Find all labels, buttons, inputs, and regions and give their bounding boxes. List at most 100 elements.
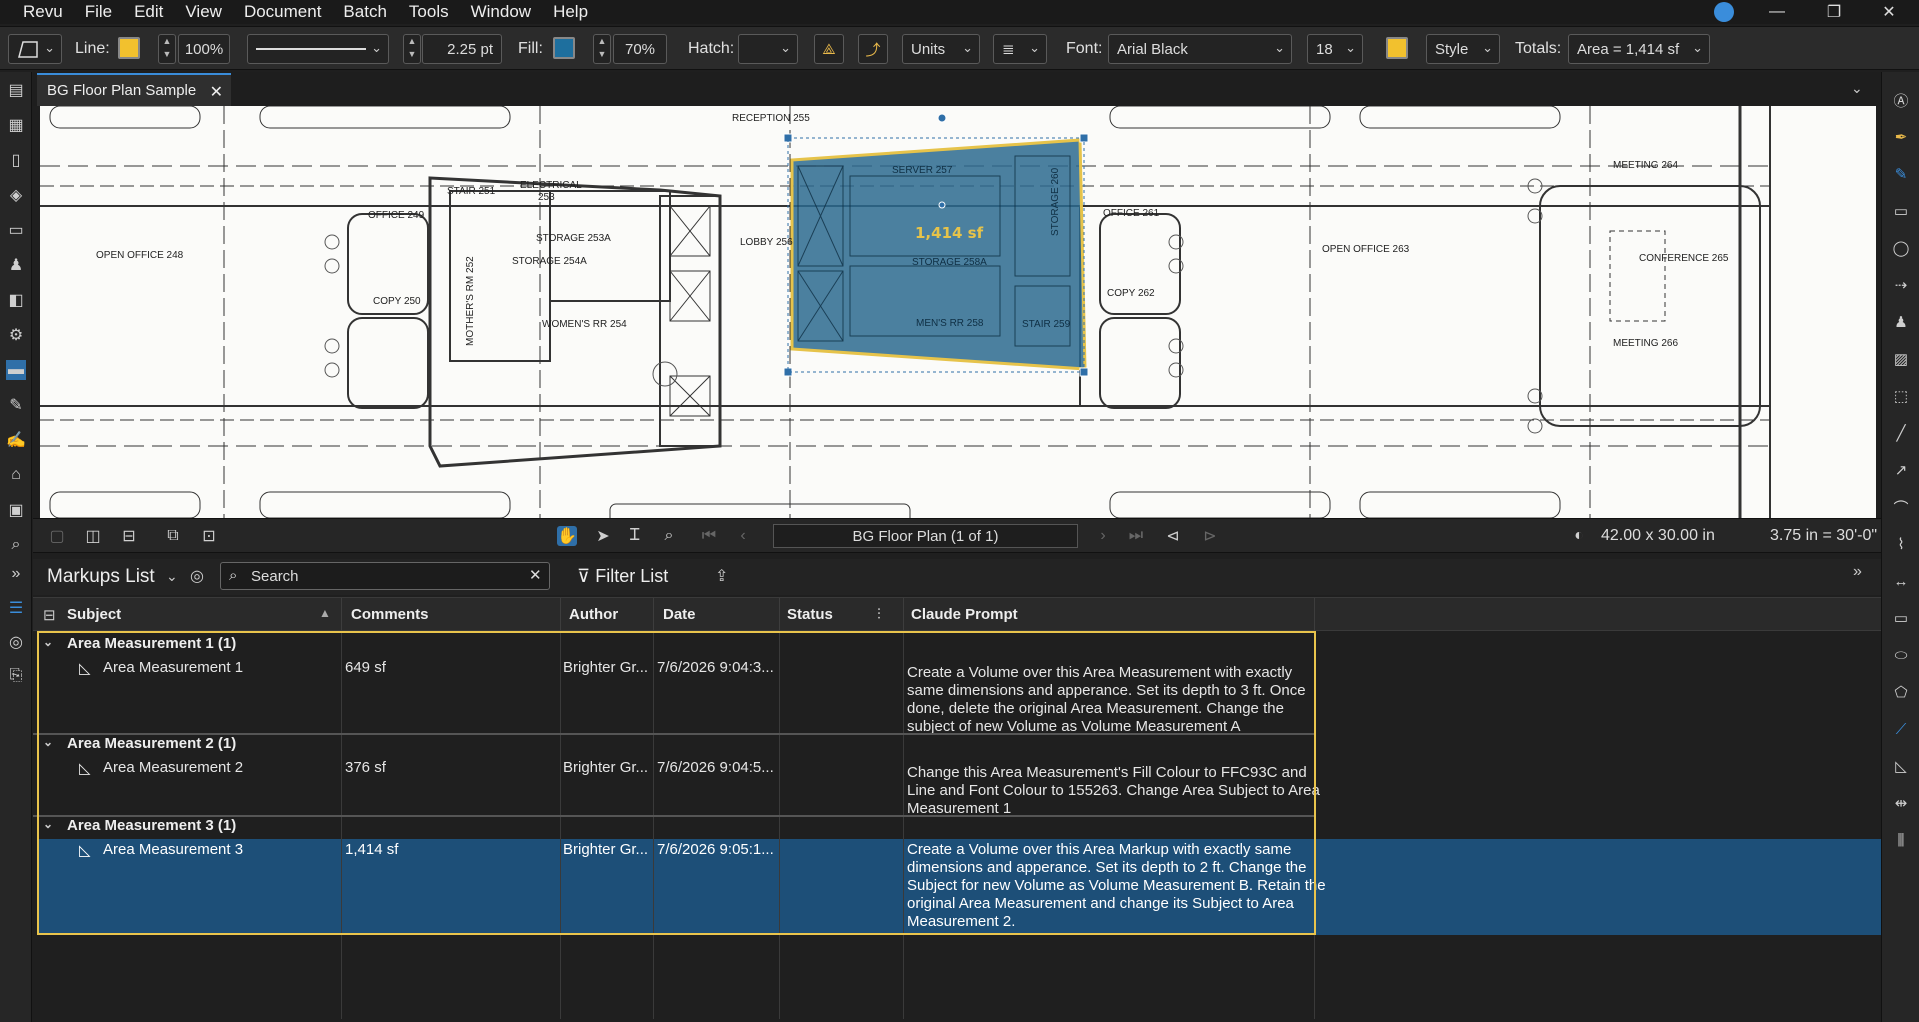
font-size-dropdown[interactable]: 18 ⌄ [1307, 34, 1363, 64]
text-box-icon[interactable]: Ⓐ [1891, 90, 1911, 110]
menu-document[interactable]: Document [244, 2, 321, 22]
fill-opacity-spinner[interactable]: ▲ ▼ [593, 34, 611, 64]
markups-list-title[interactable]: Markups List [47, 566, 155, 588]
next-page-icon[interactable]: › [1093, 526, 1113, 546]
line-color-swatch[interactable] [118, 37, 140, 59]
restore-icon[interactable]: ❐ [1811, 0, 1857, 24]
last-page-icon[interactable]: ⏭ [1126, 526, 1146, 546]
line-tool-icon[interactable]: ╱ [1891, 423, 1911, 443]
studio-icon[interactable]: ◎ [6, 632, 26, 652]
cloud-icon[interactable]: ◯ [1891, 238, 1911, 258]
style-dropdown[interactable]: Style ⌄ [1426, 34, 1500, 64]
thumbnails-icon[interactable]: ▦ [6, 115, 26, 135]
layers-icon[interactable]: ◈ [6, 185, 26, 205]
column-claude-prompt[interactable]: Claude Prompt [911, 606, 1018, 623]
first-page-icon[interactable]: ⏮ [699, 526, 719, 546]
line-opacity-field[interactable]: 100% [178, 34, 230, 64]
text-align-dropdown[interactable]: ≣ ⌄ [993, 34, 1047, 64]
stamps-icon[interactable]: ♟ [6, 255, 26, 275]
menu-edit[interactable]: Edit [134, 2, 163, 22]
user-account-icon[interactable] [1714, 2, 1734, 22]
expand-panel-icon[interactable]: » [6, 564, 26, 584]
tab-overflow-chevron-icon[interactable]: ⌄ [1851, 80, 1863, 97]
column-comments[interactable]: Comments [351, 606, 429, 623]
column-subject[interactable]: Subject [67, 606, 121, 623]
hide-markups-icon[interactable]: ◎ [190, 566, 204, 586]
select-pointer-icon[interactable]: ➤ [593, 526, 613, 546]
chevron-down-icon[interactable]: ⌄ [43, 735, 53, 749]
collapse-all-icon[interactable]: ⊟ [43, 606, 56, 624]
links-icon[interactable]: ⎘ [6, 666, 26, 686]
ellipse-icon[interactable]: ⬭ [1891, 645, 1911, 665]
menu-file[interactable]: File [85, 2, 112, 22]
area-icon[interactable]: ◺ [1891, 756, 1911, 776]
font-color-swatch[interactable] [1386, 37, 1408, 59]
polyline-icon[interactable]: ⌇ [1891, 534, 1911, 554]
split-horizontal-icon[interactable]: ⊟ [119, 526, 139, 546]
signatures-icon[interactable]: ✍ [6, 430, 26, 450]
menu-view[interactable]: View [185, 2, 222, 22]
expand-panel-icon[interactable]: » [1853, 563, 1862, 581]
pen-icon[interactable]: ✎ [1891, 164, 1911, 184]
line-width-spinner[interactable]: ▲ ▼ [403, 34, 421, 64]
previous-view-icon[interactable]: ⊲ [1163, 526, 1183, 546]
minimize-icon[interactable]: — [1754, 0, 1800, 24]
line-style-dropdown[interactable]: ⌄ [247, 34, 389, 64]
count-icon[interactable]: ⫼ [1891, 830, 1911, 850]
forms-icon[interactable]: ✎ [6, 395, 26, 415]
menu-revu[interactable]: Revu [23, 2, 63, 22]
callout-icon[interactable]: ▭ [1891, 201, 1911, 221]
pan-hand-icon[interactable]: ✋ [557, 526, 577, 546]
properties-icon[interactable]: ⚙ [6, 325, 26, 345]
single-page-icon[interactable]: ▢ [47, 526, 67, 546]
rectangle-icon[interactable]: ▭ [1891, 608, 1911, 628]
chevron-down-icon[interactable]: ⌄ [43, 635, 53, 649]
save-icon[interactable]: ▣ [6, 500, 26, 520]
markups-list-icon[interactable]: ☰ [6, 598, 26, 618]
chevron-down-icon[interactable]: ⌄ [43, 817, 53, 831]
export-icon[interactable]: ⇪ [715, 566, 728, 586]
contrast-icon[interactable]: ◐ [1569, 526, 1589, 546]
page-selector[interactable]: BG Floor Plan (1 of 1) [773, 524, 1078, 548]
highlight-icon[interactable]: ✒ [1891, 127, 1911, 147]
column-settings-icon[interactable]: ⫶ [877, 606, 881, 623]
length-icon[interactable]: ⟋ [1891, 719, 1911, 739]
menu-help[interactable]: Help [553, 2, 588, 22]
measurements-icon[interactable]: ▬ [6, 360, 26, 380]
hatch-dropdown[interactable]: ⌄ [738, 34, 798, 64]
crop-icon[interactable]: ⬚ [1891, 386, 1911, 406]
column-author[interactable]: Author [569, 606, 618, 623]
totals-dropdown[interactable]: Area = 1,414 sf ⌄ [1568, 34, 1710, 64]
markup-tool-dropdown[interactable]: ⌄ [8, 34, 62, 64]
dimension-icon[interactable]: ↔ [1891, 571, 1911, 591]
fill-opacity-field[interactable]: 70% [613, 34, 667, 64]
page-scale[interactable]: 3.75 in = 30'-0" [1770, 527, 1877, 545]
line-opacity-spinner[interactable]: ▲ ▼ [158, 34, 176, 64]
column-date[interactable]: Date [663, 606, 696, 623]
compare-icon[interactable]: ⊡ [199, 526, 219, 546]
sheet-icon[interactable]: ◧ [6, 290, 26, 310]
arrow-tool-icon[interactable]: ↗ [1891, 460, 1911, 480]
file-access-icon[interactable]: ▤ [6, 80, 26, 100]
column-status[interactable]: Status [787, 606, 833, 623]
curve-tool-icon[interactable]: ⤴ [858, 34, 888, 64]
tag-icon[interactable]: ⌂ [6, 465, 26, 485]
polygon-icon[interactable]: ⬠ [1891, 682, 1911, 702]
tab-bg-floor-plan[interactable]: BG Floor Plan Sample ✕ [37, 73, 231, 106]
stamp-tool-icon[interactable]: ♟ [1891, 312, 1911, 332]
tool-chest-icon[interactable]: ▭ [6, 220, 26, 240]
clear-search-icon[interactable]: ✕ [529, 566, 542, 584]
previous-page-icon[interactable]: ‹ [733, 526, 753, 546]
sync-icon[interactable]: ⧉ [163, 526, 183, 546]
line-width-field[interactable]: 2.25 pt [422, 34, 502, 64]
menu-tools[interactable]: Tools [409, 2, 449, 22]
perimeter-icon[interactable]: ⇹ [1891, 793, 1911, 813]
chevron-down-icon[interactable]: ⌄ [166, 568, 178, 585]
arrow-callout-icon[interactable]: ⇢ [1891, 275, 1911, 295]
measure-angle-icon[interactable]: ⟁ [814, 34, 844, 64]
search-input[interactable]: ⌕ Search ✕ [220, 562, 550, 590]
bookmarks-icon[interactable]: ▯ [6, 150, 26, 170]
filter-list-button[interactable]: ⊽ Filter List [577, 566, 668, 587]
drawing-canvas[interactable]: RECEPTION 255 STAIR 251 ELECTRICAL 253 O… [40, 106, 1876, 518]
font-dropdown[interactable]: Arial Black ⌄ [1108, 34, 1292, 64]
